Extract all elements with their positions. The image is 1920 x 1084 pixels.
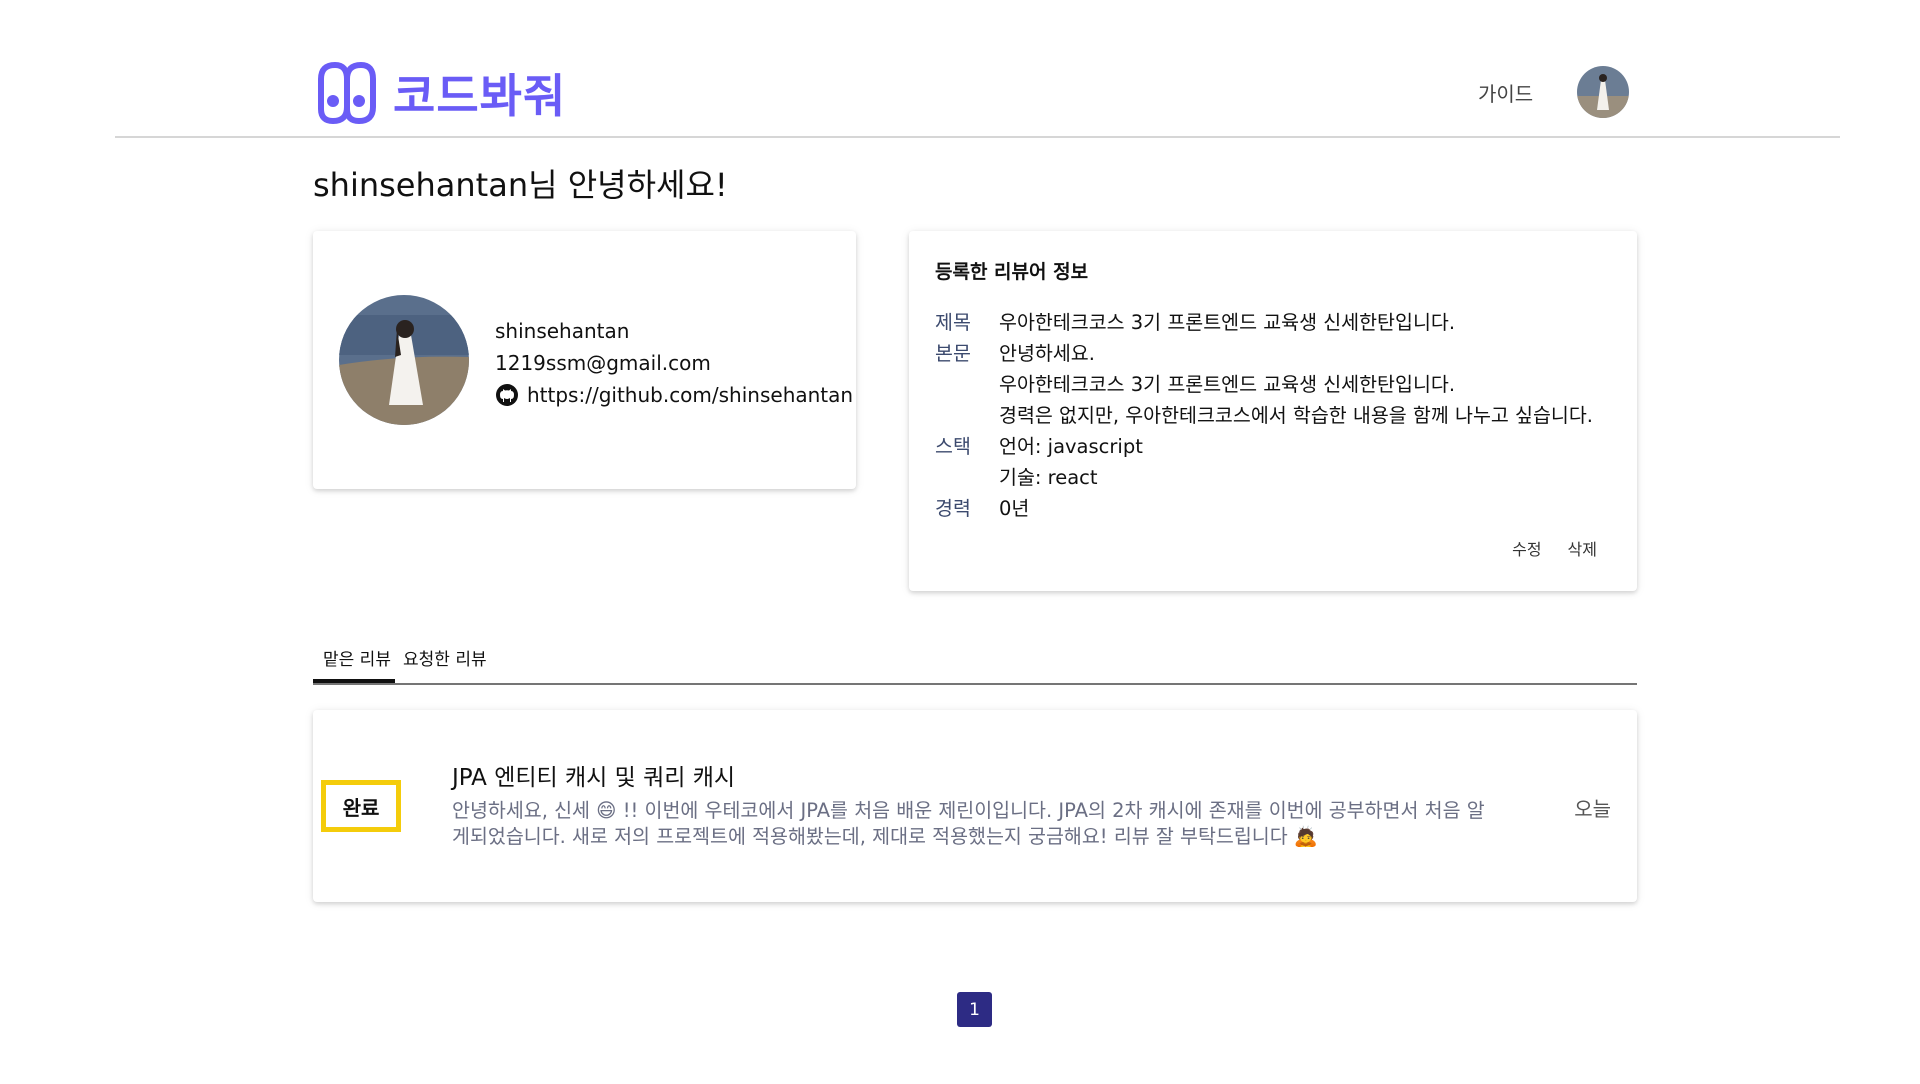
tab-received-reviews[interactable]: 맡은 리뷰 [323,645,391,670]
body-line: 우아한테크코스 3기 프론트엔드 교육생 신세한탄입니다. [999,373,1456,396]
reviewer-body-row: 본문 안녕하세요. 우아한테크코스 3기 프론트엔드 교육생 신세한탄입니다. … [935,338,1625,431]
delete-button[interactable]: 삭제 [1568,536,1597,560]
review-description: 안녕하세요, 신세 😄 !! 이번에 우테코에서 JPA를 처음 배운 제린이입… [452,799,1485,848]
page-title: shinsehantan님 안녕하세요! [313,166,728,204]
profile-github-link[interactable]: https://github.com/shinsehantan [527,379,853,411]
reviewer-stack-row: 스택 언어: javascript 기술: react [935,431,1625,493]
user-avatar[interactable] [1577,66,1629,118]
body-label: 본문 [935,342,971,365]
nav-guide-link[interactable]: 가이드 [1478,78,1533,107]
profile-username: shinsehantan [495,319,630,343]
github-icon [496,384,518,406]
review-list-item[interactable]: 완료 JPA 엔티티 캐시 및 쿼리 캐시 안녕하세요, 신세 😄 !! 이번에… [313,710,1637,902]
review-date: 오늘 [1574,797,1611,821]
profile-github-row[interactable]: https://github.com/shinsehantan [495,379,853,411]
body-line: 경력은 없지만, 우아한테크코스에서 학습한 내용을 함께 나누고 싶습니다. [999,404,1593,427]
title-value: 우아한테크코스 3기 프론트엔드 교육생 신세한탄입니다. [999,311,1456,334]
reviewer-info-card: 등록한 리뷰어 정보 제목 우아한테크코스 3기 프론트엔드 교육생 신세한탄입… [909,231,1637,591]
active-tab-indicator [313,679,395,683]
status-badge: 완료 [321,780,401,832]
title-label: 제목 [935,311,971,334]
career-value: 0년 [999,497,1030,520]
logo-text: 코드봐줘 [393,69,567,123]
career-label: 경력 [935,497,971,520]
avatar-photo [1577,66,1629,118]
stack-line: 언어: javascript [999,435,1143,458]
edit-button[interactable]: 수정 [1512,536,1541,560]
reviewer-actions: 수정 삭제 [1512,536,1597,560]
reviewer-info-heading: 등록한 리뷰어 정보 [935,261,1089,283]
header: 코드봐줘 가이드 [115,0,1840,138]
tab-requested-reviews[interactable]: 요청한 리뷰 [403,645,487,670]
profile-email: 1219ssm@gmail.com [495,351,711,375]
review-tabs: 맡은 리뷰 요청한 리뷰 [313,641,1637,685]
reviewer-info-body: 제목 우아한테크코스 3기 프론트엔드 교육생 신세한탄입니다. 본문 안녕하세… [935,307,1625,524]
pagination-page-button[interactable]: 1 [957,992,992,1027]
profile-avatar [339,295,469,425]
logo-eyes-icon [318,61,376,125]
stack-label: 스택 [935,435,971,458]
profile-card: shinsehantan 1219ssm@gmail.com https://g… [313,231,856,489]
profile-photo [339,295,469,425]
logo[interactable]: 코드봐줘 [315,60,566,126]
profile-info: shinsehantan 1219ssm@gmail.com https://g… [495,315,853,411]
body-line: 안녕하세요. [999,342,1095,365]
stack-line: 기술: react [999,466,1098,489]
review-title[interactable]: JPA 엔티티 캐시 및 쿼리 캐시 [452,758,735,792]
reviewer-career-row: 경력 0년 [935,493,1625,524]
reviewer-title-row: 제목 우아한테크코스 3기 프론트엔드 교육생 신세한탄입니다. [935,307,1625,338]
